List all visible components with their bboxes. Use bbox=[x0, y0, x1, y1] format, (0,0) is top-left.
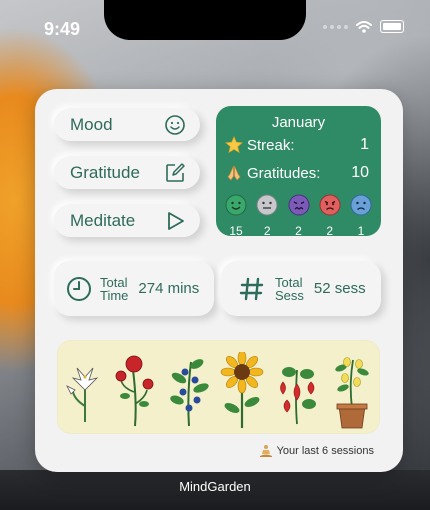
sessions-caption: Your last 6 sessions bbox=[259, 444, 374, 458]
mindgarden-widget[interactable]: Mood Gratitude Meditate January Streak: … bbox=[35, 89, 403, 472]
streak-value: 1 bbox=[360, 136, 369, 153]
signal-icon bbox=[323, 24, 348, 29]
mood-button[interactable]: Mood bbox=[54, 108, 200, 141]
rose-plant-icon bbox=[115, 355, 154, 427]
mood-neutral: 2 bbox=[253, 194, 281, 238]
status-time: 9:49 bbox=[44, 19, 81, 39]
total-sessions-label: Total Sess bbox=[275, 276, 304, 302]
blueberry-plant-icon bbox=[170, 359, 209, 427]
happy-face-icon bbox=[225, 194, 247, 216]
sessions-caption-text: Your last 6 sessions bbox=[276, 445, 374, 457]
star-icon bbox=[225, 136, 243, 154]
lily-plant-icon bbox=[66, 367, 99, 422]
month-title: January bbox=[271, 114, 326, 131]
monthly-summary-card[interactable]: January Streak: 1 Gratitudes: 10 15 2 2 … bbox=[216, 106, 381, 238]
mood-button-label: Mood bbox=[70, 114, 113, 134]
gratitudes-row: Gratitudes: 10 bbox=[225, 164, 369, 182]
total-sessions-value: 52 sess bbox=[313, 280, 366, 297]
mood-count: 2 bbox=[263, 224, 271, 238]
mood-count: 2 bbox=[295, 224, 302, 238]
hashtag-icon bbox=[239, 277, 264, 300]
mood-stressed: 2 bbox=[285, 194, 313, 238]
stressed-face-icon bbox=[288, 194, 309, 216]
total-time-label-line1: Total bbox=[100, 274, 128, 290]
gratitudes-label: Gratitudes: bbox=[247, 164, 321, 182]
total-sessions-label-line1: Total bbox=[275, 274, 303, 290]
status-icons bbox=[323, 20, 404, 33]
edit-icon bbox=[166, 162, 185, 182]
notch bbox=[104, 0, 306, 40]
strawberry-plant-icon bbox=[280, 367, 316, 425]
mood-count: 1 bbox=[357, 224, 365, 238]
garden-strip[interactable] bbox=[57, 340, 380, 434]
meditating-person-icon bbox=[259, 445, 272, 457]
total-time-card[interactable]: Total Time 274 mins bbox=[54, 261, 214, 316]
meditate-button[interactable]: Meditate bbox=[54, 204, 200, 237]
angry-face-icon bbox=[319, 194, 341, 216]
lemon-tree-plant-icon bbox=[335, 357, 369, 429]
mood-count: 15 bbox=[229, 224, 243, 238]
gratitude-button[interactable]: Gratitude bbox=[54, 156, 200, 189]
gratitude-button-label: Gratitude bbox=[70, 162, 140, 182]
gratitudes-value: 10 bbox=[351, 164, 369, 181]
mood-angry: 2 bbox=[316, 194, 344, 238]
streak-label: Streak: bbox=[247, 136, 295, 154]
total-time-value: 274 mins bbox=[138, 280, 200, 297]
app-name-label: MindGarden bbox=[179, 479, 251, 494]
smiley-icon bbox=[165, 114, 185, 135]
total-sessions-card[interactable]: Total Sess 52 sess bbox=[221, 261, 381, 316]
praying-hands-icon bbox=[227, 165, 241, 181]
clock-icon bbox=[67, 276, 91, 301]
sunflower-plant-icon bbox=[220, 352, 264, 428]
mood-count: 2 bbox=[326, 224, 334, 238]
sad-face-icon bbox=[350, 194, 372, 216]
total-time-label-line2: Time bbox=[100, 287, 129, 303]
mood-counts: 15 2 2 2 1 bbox=[222, 194, 375, 238]
battery-icon bbox=[380, 20, 404, 33]
meditate-button-label: Meditate bbox=[70, 210, 136, 230]
total-time-label: Total Time bbox=[100, 276, 128, 302]
wifi-icon bbox=[356, 20, 372, 33]
mood-happy: 15 bbox=[222, 194, 250, 238]
mood-sad: 1 bbox=[347, 194, 375, 238]
play-icon bbox=[168, 211, 184, 230]
streak-row: Streak: 1 bbox=[225, 136, 369, 154]
total-sessions-label-line2: Sess bbox=[275, 287, 304, 303]
neutral-face-icon bbox=[256, 194, 278, 216]
